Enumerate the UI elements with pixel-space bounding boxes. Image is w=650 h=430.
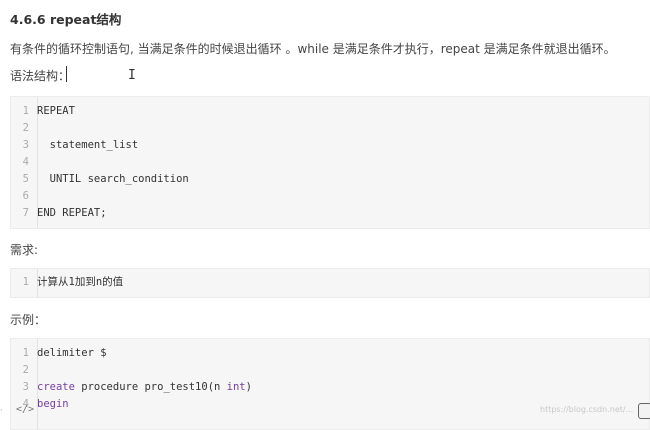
- watermark-text: https://blog.csdn.net/...: [540, 405, 634, 414]
- section-heading: 4.6.6 repeat结构: [10, 12, 122, 27]
- code-line: 5 UNTIL search_condition: [22, 173, 189, 185]
- code-line: 1 REPEAT: [22, 105, 75, 117]
- example-label: 示例：: [10, 313, 47, 327]
- code-line: 1 计算从1加到n的值: [22, 276, 124, 288]
- intro-paragraph: 有条件的循环控制语句, 当满足条件的时候退出循环 。while 是满足条件才执行…: [10, 42, 616, 56]
- code-line: 3 create procedure pro_test10(n int): [22, 381, 252, 393]
- requirement-code-block[interactable]: 1 计算从1加到n的值: [10, 268, 650, 298]
- example-code-block[interactable]: 1 delimiter $ 2 3 create procedure pro_tes…: [10, 338, 650, 430]
- code-line: 7 END REPEAT;: [22, 207, 107, 219]
- code-line: 1 delimiter $: [22, 347, 107, 359]
- syntax-code-block[interactable]: 1 REPEAT 2 3 statement_list 4 5 UNTIL sea…: [10, 96, 650, 229]
- code-line: 4: [22, 156, 29, 168]
- code-line: 3 statement_list: [22, 139, 139, 151]
- code-line: 2: [22, 364, 29, 376]
- code-toggle-icon[interactable]: </>: [16, 404, 34, 415]
- code-line: 2: [22, 122, 29, 134]
- requirement-label: 需求:: [10, 243, 39, 257]
- syntax-label: 语法结构：: [10, 69, 71, 83]
- text-caret: [66, 66, 67, 82]
- code-line: 6: [22, 190, 29, 202]
- ibeam-cursor-icon: I: [128, 68, 136, 83]
- side-marker: ·: [0, 406, 3, 415]
- corner-widget-icon[interactable]: [638, 403, 650, 419]
